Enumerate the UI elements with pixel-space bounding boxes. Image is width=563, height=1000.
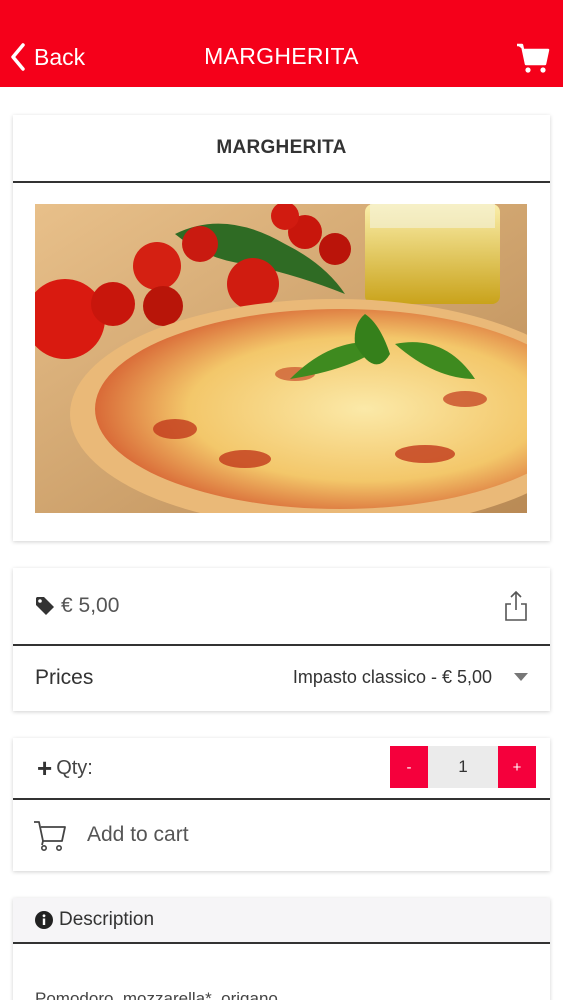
quantity-label: + Qty:: [37, 753, 93, 784]
info-icon: [35, 911, 53, 929]
quantity-label-text: Qty:: [56, 756, 93, 779]
price-tag-icon: [36, 597, 54, 615]
share-icon[interactable]: [504, 590, 528, 622]
quantity-card: + Qty: - 1 + Add to cart: [13, 738, 550, 871]
page-title: MARGHERITA: [204, 43, 359, 69]
prices-selected-option: Impasto classico - € 5,00: [292, 667, 492, 687]
prices-dropdown[interactable]: Impasto classico - € 5,00: [293, 646, 528, 709]
description-card: Description Pomodoro, mozzarella*, origa…: [13, 898, 550, 1000]
price-card: € 5,00 Prices Impasto classico - € 5,00: [13, 568, 550, 711]
cart-icon: [517, 43, 550, 73]
prices-row: Prices Impasto classico - € 5,00: [13, 646, 550, 709]
chevron-down-icon: [514, 673, 528, 681]
quantity-stepper: - 1 +: [390, 746, 536, 788]
add-to-cart-label: Add to cart: [87, 822, 189, 846]
product-title: MARGHERITA: [13, 115, 550, 183]
prices-label: Prices: [35, 665, 94, 689]
top-navbar: Back MARGHERITA: [0, 0, 563, 87]
description-heading: Description: [59, 909, 155, 930]
increment-button[interactable]: +: [498, 746, 536, 788]
pizza-photo: [35, 204, 527, 513]
quantity-row: + Qty: - 1 +: [13, 738, 550, 800]
price-row: € 5,00: [13, 568, 550, 646]
plus-icon: +: [37, 752, 53, 783]
decrement-button[interactable]: -: [390, 746, 428, 788]
cart-outline-icon: [34, 820, 66, 851]
product-card: MARGHERITA: [13, 115, 550, 541]
cart-button[interactable]: [515, 40, 551, 76]
quantity-value[interactable]: 1: [428, 746, 498, 788]
add-to-cart-button[interactable]: Add to cart: [13, 800, 550, 869]
description-header: Description: [13, 898, 550, 944]
description-text: Pomodoro, mozzarella*, origano: [35, 989, 278, 1000]
price-value: € 5,00: [61, 594, 120, 617]
pizza-image: [35, 204, 527, 513]
